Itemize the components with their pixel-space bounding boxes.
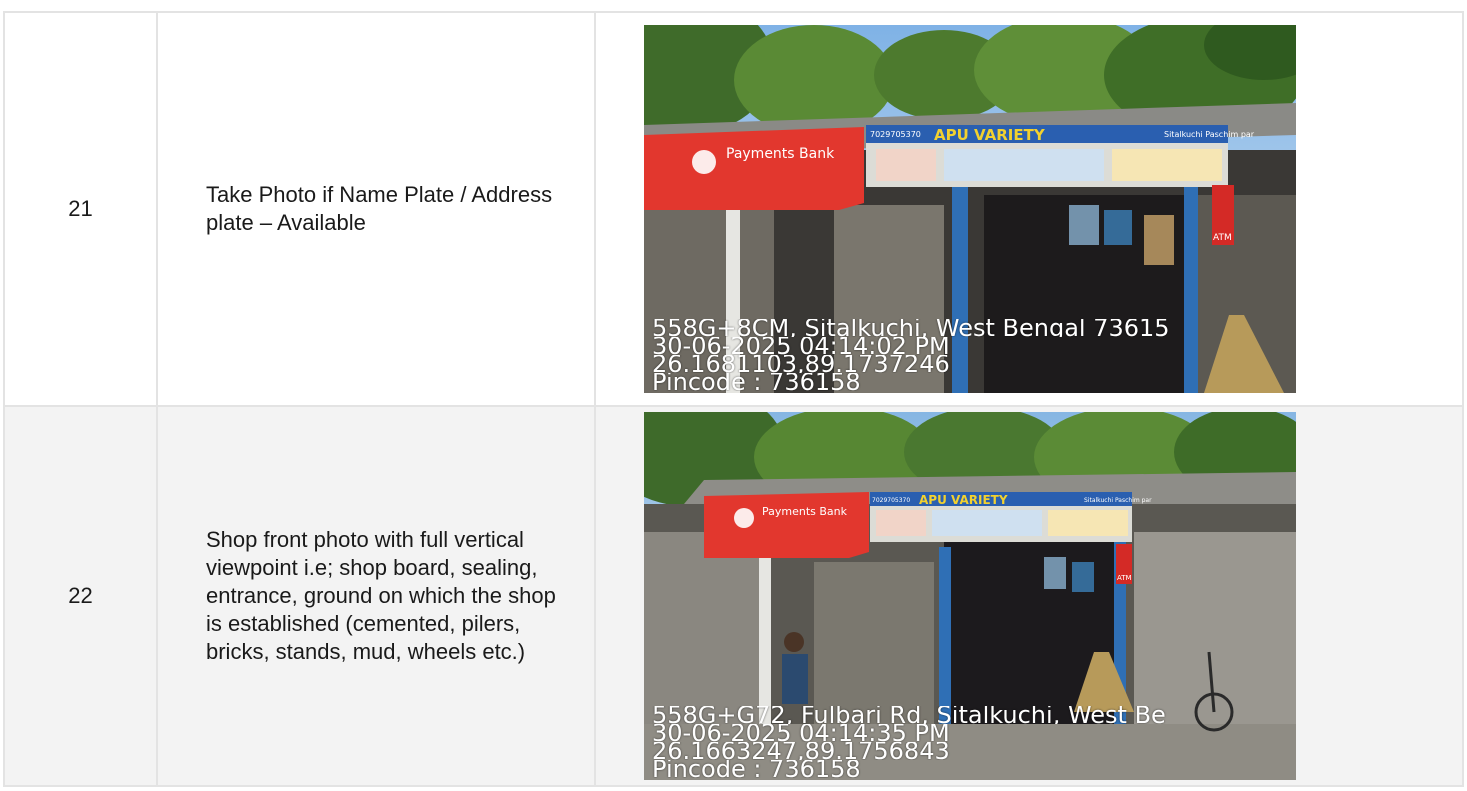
document-page: 21 Take Photo if Name Plate / Address pl…	[0, 0, 1467, 791]
photo-geotag-stamp: 558G+G72, Fulbari Rd, Sitalkuchi, West B…	[652, 706, 1296, 778]
shop-front-photo: Payments Bank APU VARIETY 7029705370 Sit…	[644, 412, 1296, 780]
sign-phone-text: 7029705370	[872, 497, 910, 504]
geotag-address: 558G+8CM, Sitalkuchi, West Bengal 73615	[652, 319, 1170, 337]
sign-area-text: Sitalkuchi Paschim par	[1164, 130, 1255, 139]
geotag-datetime: 30-06-2025 04:14:35 PM	[652, 724, 950, 742]
row-description-text: Shop front photo with full vertical view…	[206, 527, 556, 664]
checklist-table: 21 Take Photo if Name Plate / Address pl…	[3, 11, 1464, 787]
table-row: 21 Take Photo if Name Plate / Address pl…	[3, 11, 1464, 407]
atm-sign-text: ATM	[1117, 574, 1132, 582]
photo-geotag-stamp: 558G+8CM, Sitalkuchi, West Bengal 73615 …	[652, 319, 1296, 391]
geotag-pincode: Pincode : 736158	[652, 373, 861, 391]
geotag-pincode: Pincode : 736158	[652, 760, 861, 778]
row-number: 21	[3, 11, 158, 407]
geotag-address: 558G+G72, Fulbari Rd, Sitalkuchi, West B…	[652, 706, 1166, 724]
sign-brand-text: Payments Bank	[762, 505, 848, 518]
photo-cell: Payments Bank APU VARIETY 7029705370 Sit…	[594, 405, 1464, 787]
table-row: 22 Shop front photo with full vertical v…	[3, 405, 1464, 787]
atm-sign-text: ATM	[1213, 233, 1232, 243]
row-description-text: Take Photo if Name Plate / Address plate…	[206, 182, 553, 235]
geotag-coordinates: 26.1663247,89.1756843	[652, 742, 950, 760]
sign-shop-text: APU VARIETY	[934, 126, 1046, 144]
sign-brand-text: Payments Bank	[726, 146, 835, 162]
sign-shop-text: APU VARIETY	[919, 493, 1008, 507]
row-description: Take Photo if Name Plate / Address plate…	[156, 11, 596, 407]
shop-name-plate-photo: Payments Bank APU VARIETY 7029705370 Sit…	[644, 25, 1296, 393]
geotag-coordinates: 26.1681103,89.1737246	[652, 355, 950, 373]
sign-area-text: Sitalkuchi Paschim par	[1084, 497, 1152, 504]
geotag-datetime: 30-06-2025 04:14:02 PM	[652, 337, 950, 355]
row-number: 22	[3, 405, 158, 787]
row-description: Shop front photo with full vertical view…	[156, 405, 596, 787]
sign-phone-text: 7029705370	[870, 130, 921, 139]
photo-cell: Payments Bank APU VARIETY 7029705370 Sit…	[594, 11, 1464, 407]
